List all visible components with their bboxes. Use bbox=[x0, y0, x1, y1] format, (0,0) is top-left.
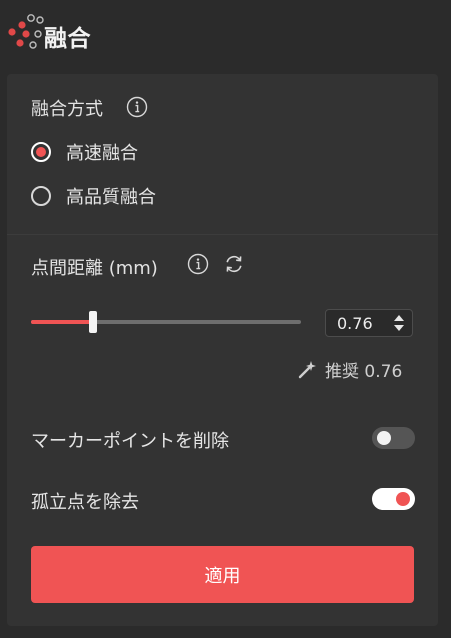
point-spacing-number-input[interactable]: 0.76 bbox=[325, 309, 413, 337]
radio-button-checked[interactable] bbox=[31, 142, 51, 162]
number-input-value[interactable]: 0.76 bbox=[337, 314, 392, 333]
slider-thumb[interactable] bbox=[89, 311, 97, 333]
fusion-panel: 融合方式 高速融合 高品質融合 点間距離 (mm) 0.76 推奨 0.76 マ… bbox=[7, 74, 438, 626]
apply-button[interactable]: 適用 bbox=[31, 546, 414, 603]
point-spacing-label: 点間距離 (mm) bbox=[31, 258, 158, 279]
info-icon[interactable] bbox=[126, 96, 148, 118]
slider-fill bbox=[31, 320, 93, 324]
fusion-method-label: 融合方式 bbox=[31, 99, 103, 120]
toggle-knob bbox=[377, 431, 391, 445]
radio-option-high-quality-fusion[interactable]: 高品質融合 bbox=[31, 183, 156, 209]
info-icon[interactable] bbox=[187, 253, 209, 275]
spinner-up-down-icon[interactable] bbox=[393, 313, 405, 333]
recommended-value[interactable]: 推奨 0.76 bbox=[297, 358, 403, 382]
remove-markers-toggle[interactable] bbox=[372, 427, 415, 449]
fusion-logo-icon bbox=[8, 14, 44, 49]
header-bar: 融合 bbox=[0, 0, 451, 72]
remove-isolated-points-label: 孤立点を除去 bbox=[31, 492, 139, 513]
radio-label: 高速融合 bbox=[66, 143, 138, 164]
radio-option-fast-fusion[interactable]: 高速融合 bbox=[31, 139, 138, 165]
section-divider bbox=[7, 234, 438, 235]
stepper-arrows[interactable] bbox=[392, 313, 406, 333]
remove-isolated-points-toggle[interactable] bbox=[372, 488, 415, 510]
point-spacing-slider[interactable] bbox=[31, 311, 301, 333]
remove-markers-label: マーカーポイントを削除 bbox=[31, 431, 229, 452]
refresh-icon[interactable] bbox=[223, 253, 245, 275]
radio-label: 高品質融合 bbox=[66, 187, 156, 208]
header-title: 融合 bbox=[44, 26, 91, 52]
magic-wand-icon bbox=[298, 361, 316, 379]
radio-button-unchecked[interactable] bbox=[31, 186, 51, 206]
toggle-knob bbox=[396, 492, 410, 506]
recommended-value-text: 推奨 0.76 bbox=[325, 361, 403, 382]
